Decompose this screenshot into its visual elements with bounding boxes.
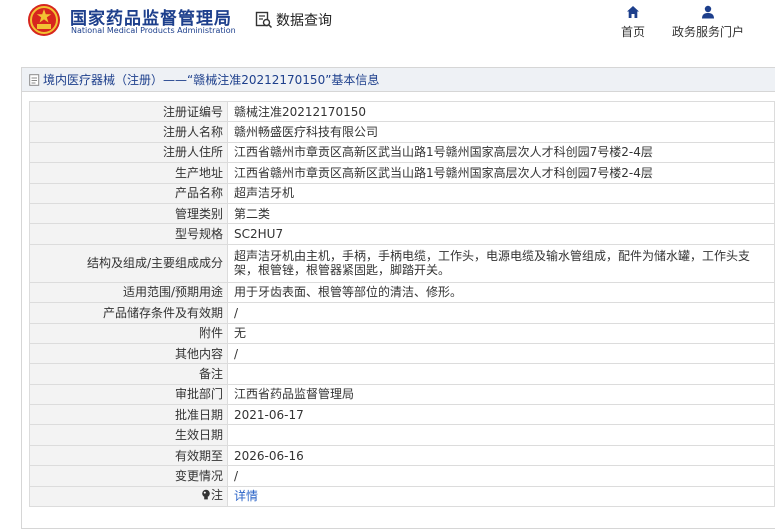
field-value: / (227, 342, 775, 365)
field-key: 注册证编号 (29, 100, 228, 123)
data-query-link[interactable]: 数据查询 (255, 9, 332, 31)
table-row: 注册人住所 江西省赣州市章贡区高新区武当山路1号赣州国家高层次人才科创园7号楼2-… (29, 141, 775, 164)
national-emblem-icon (28, 4, 60, 36)
field-value: 江西省药品监督管理局 (227, 383, 775, 406)
field-value: 2021-06-17 (227, 404, 775, 426)
field-key: 审批部门 (29, 383, 228, 406)
table-row: 生产地址 江西省赣州市章贡区高新区武当山路1号赣州国家高层次人才科创园7号楼2-4… (29, 162, 775, 184)
field-value: 超声洁牙机由主机，手柄，手柄电缆，工作头，电源电缆及输水管组成，配件为储水罐，工… (227, 243, 775, 283)
site-header: 国家药品监督管理局 National Medical Products Admi… (0, 0, 775, 46)
table-row: 注册人名称 赣州畅盛医疗科技有限公司 (29, 121, 775, 143)
field-value: 江西省赣州市章贡区高新区武当山路1号赣州国家高层次人才科创园7号楼2-4层 (227, 141, 775, 164)
document-icon (29, 73, 40, 86)
field-value: 2026-06-16 (227, 444, 775, 467)
panel-title: 境内医疗器械（注册）——“赣械注准20212170150”基本信息 (22, 68, 775, 92)
field-key: 有效期至 (29, 444, 228, 467)
note-value: 详情 (227, 485, 775, 508)
field-key: 生效日期 (29, 424, 228, 446)
table-row: 附件无 (29, 322, 775, 344)
home-icon (627, 6, 639, 18)
data-search-icon (255, 11, 273, 29)
field-value: 赣州畅盛医疗科技有限公司 (227, 121, 775, 143)
field-key: 备注 (29, 363, 228, 385)
table-row: 型号规格 SC2HU7 (29, 223, 775, 245)
table-row: 适用范围/预期用途 用于牙齿表面、根管等部位的清洁、修形。 (29, 281, 775, 304)
data-query-label: 数据查询 (276, 13, 332, 29)
field-key: 批准日期 (29, 404, 228, 426)
field-value: SC2HU7 (227, 223, 775, 245)
table-row: 生效日期 (29, 424, 775, 446)
field-key: 附件 (29, 322, 228, 344)
field-key: 适用范围/预期用途 (29, 281, 228, 304)
table-row: 有效期至 2026-06-16 (29, 444, 775, 467)
field-value: 无 (227, 322, 775, 344)
field-key: 注册人住所 (29, 141, 228, 164)
nav-service-portal[interactable]: 政务服务门户 (663, 5, 753, 40)
table-row: 其他内容 / (29, 342, 775, 365)
field-key: 型号规格 (29, 223, 228, 245)
user-icon (702, 5, 714, 19)
field-value: / (227, 465, 775, 487)
field-key: 注册人名称 (29, 121, 228, 143)
table-row: 注册证编号 赣械注准20212170150 (29, 100, 775, 123)
note-key: 注 (29, 485, 228, 508)
field-value: 第二类 (227, 202, 775, 225)
field-value (227, 363, 775, 385)
table-row: 产品储存条件及有效期 / (29, 302, 775, 324)
table-row: 审批部门 江西省药品监督管理局 (29, 383, 775, 406)
table-row: 结构及组成/主要组成成分 超声洁牙机由主机，手柄，手柄电缆，工作头，电源电缆及输水… (29, 243, 775, 283)
note-key-label: 注 (210, 488, 223, 503)
field-key: 生产地址 (29, 162, 228, 184)
table-row: 备注 (29, 363, 775, 385)
field-value (227, 424, 775, 446)
details-link[interactable]: 详情 (234, 489, 258, 503)
table-row: 注 详情 (29, 485, 775, 508)
table-row: 管理类别 第二类 (29, 202, 775, 225)
table-row: 变更情况 / (29, 465, 775, 487)
field-key: 其他内容 (29, 342, 228, 365)
field-key: 产品储存条件及有效期 (29, 302, 228, 324)
field-key: 结构及组成/主要组成成分 (29, 243, 228, 283)
field-key: 产品名称 (29, 182, 228, 204)
lightbulb-icon (202, 490, 210, 500)
panel-title-text: 境内医疗器械（注册）——“赣械注准20212170150”基本信息 (43, 72, 380, 87)
field-value: 超声洁牙机 (227, 182, 775, 204)
table-row: 产品名称 超声洁牙机 (29, 182, 775, 204)
field-value: 赣械注准20212170150 (227, 100, 775, 123)
field-value: / (227, 302, 775, 324)
field-value: 江西省赣州市章贡区高新区武当山路1号赣州国家高层次人才科创园7号楼2-4层 (227, 162, 775, 184)
registration-info-table: 注册证编号 赣械注准20212170150 注册人名称 赣州畅盛医疗科技有限公司 注… (29, 100, 775, 508)
field-value: 用于牙齿表面、根管等部位的清洁、修形。 (227, 281, 775, 304)
nav-service-portal-label: 政务服务门户 (671, 25, 744, 39)
org-name-en: National Medical Products Administration (71, 26, 236, 35)
field-key: 管理类别 (29, 202, 228, 225)
field-key: 变更情况 (29, 465, 228, 487)
table-row: 批准日期 2021-06-17 (29, 404, 775, 426)
